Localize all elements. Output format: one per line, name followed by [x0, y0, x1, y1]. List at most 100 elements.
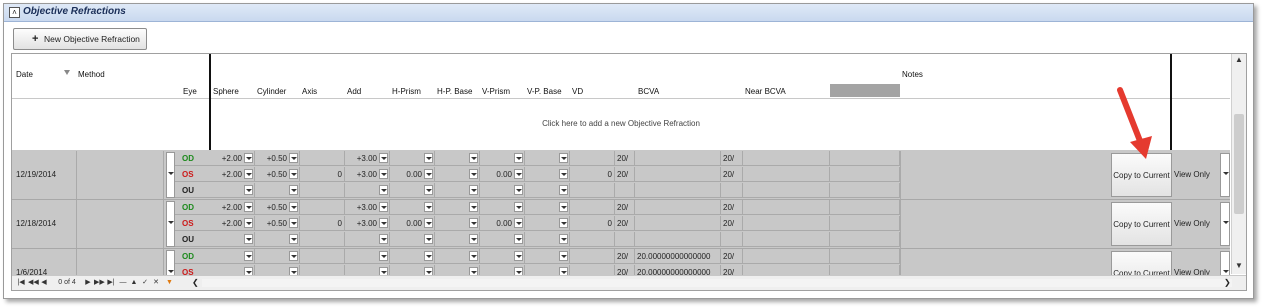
- column-header-h-base[interactable]: H-P. Base: [437, 87, 472, 96]
- column-header-notes[interactable]: Notes: [902, 70, 923, 79]
- view-only-dropdown-icon[interactable]: [1220, 153, 1230, 197]
- h-base-cell[interactable]: [435, 216, 480, 231]
- column-header-date[interactable]: Date: [16, 70, 33, 79]
- scroll-right-icon[interactable]: ❯: [1224, 276, 1231, 290]
- dropdown-arrow-icon[interactable]: [244, 153, 253, 163]
- dropdown-arrow-icon[interactable]: [289, 251, 298, 261]
- filter-icon[interactable]: [64, 70, 70, 75]
- h-prism-cell[interactable]: [390, 200, 435, 215]
- move-up-icon[interactable]: ▲: [130, 277, 138, 289]
- filter-funnel-icon[interactable]: ▼: [165, 277, 174, 289]
- near-prefix-cell[interactable]: [721, 232, 743, 247]
- view-only-dropdown-icon[interactable]: [1220, 202, 1230, 246]
- h-base-cell[interactable]: [435, 200, 480, 215]
- cylinder-cell[interactable]: +0.50: [255, 151, 300, 166]
- near-prefix-cell[interactable]: 20/: [721, 200, 743, 215]
- near-prefix-cell[interactable]: 20/: [721, 216, 743, 231]
- refraction-record[interactable]: 12/19/2014 OD +2.00 +0.50 +3.00 20/20/OS +2.00…: [12, 151, 1230, 200]
- dropdown-arrow-icon[interactable]: [244, 251, 253, 261]
- column-header-bcva[interactable]: BCVA: [638, 87, 659, 96]
- near-prefix-cell[interactable]: 20/: [721, 249, 743, 264]
- h-prism-cell[interactable]: [390, 232, 435, 247]
- dropdown-arrow-icon[interactable]: [289, 185, 298, 195]
- scroll-left-icon[interactable]: ❮: [192, 276, 199, 290]
- column-header-method[interactable]: Method: [78, 70, 105, 79]
- axis-cell[interactable]: [300, 151, 345, 166]
- dropdown-arrow-icon[interactable]: [379, 185, 388, 195]
- method-dropdown-icon[interactable]: [166, 201, 175, 247]
- dropdown-arrow-icon[interactable]: [379, 202, 388, 212]
- dropdown-arrow-icon[interactable]: [469, 202, 478, 212]
- cylinder-cell[interactable]: +0.50: [255, 200, 300, 215]
- near-bcva-val-cell[interactable]: [743, 232, 830, 247]
- near-bcva-val-cell[interactable]: [743, 183, 830, 198]
- vd-cell[interactable]: 0: [570, 167, 615, 182]
- v-prism-cell[interactable]: [480, 151, 525, 166]
- sphere-cell[interactable]: +2.00: [210, 200, 255, 215]
- add-cell[interactable]: +3.00: [345, 167, 390, 182]
- axis-cell[interactable]: [300, 249, 345, 264]
- notes-cell[interactable]: [900, 151, 1110, 199]
- cancel-icon[interactable]: ✕: [152, 277, 160, 289]
- v-prism-cell[interactable]: [480, 249, 525, 264]
- column-header-cylinder[interactable]: Cylinder: [257, 87, 286, 96]
- dropdown-arrow-icon[interactable]: [559, 153, 568, 163]
- axis-cell[interactable]: [300, 232, 345, 247]
- h-prism-cell[interactable]: 0.00: [390, 216, 435, 231]
- dropdown-arrow-icon[interactable]: [514, 169, 523, 179]
- v-base-cell[interactable]: [525, 200, 570, 215]
- dropdown-arrow-icon[interactable]: [379, 251, 388, 261]
- dropdown-arrow-icon[interactable]: [469, 185, 478, 195]
- v-prism-cell[interactable]: [480, 200, 525, 215]
- notes-cell[interactable]: [900, 200, 1110, 248]
- near-prefix-cell[interactable]: 20/: [721, 167, 743, 182]
- bcva-cell[interactable]: [635, 151, 721, 166]
- bcva-prefix-cell[interactable]: 20/: [615, 167, 635, 182]
- bcva-prefix-cell[interactable]: 20/: [615, 200, 635, 215]
- near-bcva-val-cell[interactable]: [743, 216, 830, 231]
- v-base-cell[interactable]: [525, 249, 570, 264]
- h-base-cell[interactable]: [435, 249, 480, 264]
- h-prism-cell[interactable]: [390, 151, 435, 166]
- dropdown-arrow-icon[interactable]: [559, 218, 568, 228]
- dropdown-arrow-icon[interactable]: [289, 218, 298, 228]
- h-prism-cell[interactable]: [390, 249, 435, 264]
- view-only-select[interactable]: View Only: [1172, 151, 1220, 199]
- dropdown-arrow-icon[interactable]: [289, 202, 298, 212]
- method-cell[interactable]: [76, 200, 164, 248]
- dropdown-arrow-icon[interactable]: [379, 218, 388, 228]
- bcva-prefix-cell[interactable]: 20/: [615, 151, 635, 166]
- vd-cell[interactable]: [570, 183, 615, 198]
- dropdown-arrow-icon[interactable]: [559, 202, 568, 212]
- column-header-h-prism[interactable]: H-Prism: [392, 87, 421, 96]
- horizontal-scrollbar[interactable]: [202, 279, 1232, 287]
- sphere-cell[interactable]: +2.00: [210, 216, 255, 231]
- confirm-icon[interactable]: ✓: [141, 277, 149, 289]
- axis-cell[interactable]: 0: [300, 216, 345, 231]
- copy-to-current-button[interactable]: Copy to Current: [1111, 202, 1172, 246]
- dropdown-arrow-icon[interactable]: [514, 202, 523, 212]
- near-bcva-val-cell[interactable]: [743, 249, 830, 264]
- dropdown-arrow-icon[interactable]: [244, 234, 253, 244]
- dropdown-arrow-icon[interactable]: [424, 185, 433, 195]
- method-cell[interactable]: [76, 151, 164, 199]
- dropdown-arrow-icon[interactable]: [424, 202, 433, 212]
- v-prism-cell[interactable]: [480, 232, 525, 247]
- v-base-cell[interactable]: [525, 183, 570, 198]
- dropdown-arrow-icon[interactable]: [514, 153, 523, 163]
- v-base-cell[interactable]: [525, 232, 570, 247]
- bcva-cell[interactable]: [635, 167, 721, 182]
- vd-cell[interactable]: [570, 200, 615, 215]
- dropdown-arrow-icon[interactable]: [514, 218, 523, 228]
- dropdown-arrow-icon[interactable]: [514, 234, 523, 244]
- dropdown-arrow-icon[interactable]: [379, 234, 388, 244]
- v-base-cell[interactable]: [525, 151, 570, 166]
- sphere-cell[interactable]: +2.00: [210, 151, 255, 166]
- dropdown-arrow-icon[interactable]: [469, 153, 478, 163]
- dropdown-arrow-icon[interactable]: [379, 153, 388, 163]
- h-prism-cell[interactable]: 0.00: [390, 167, 435, 182]
- method-dropdown-icon[interactable]: [166, 152, 175, 198]
- vertical-scrollbar[interactable]: ▲ ▼: [1231, 54, 1246, 274]
- dropdown-arrow-icon[interactable]: [514, 185, 523, 195]
- dropdown-arrow-icon[interactable]: [379, 169, 388, 179]
